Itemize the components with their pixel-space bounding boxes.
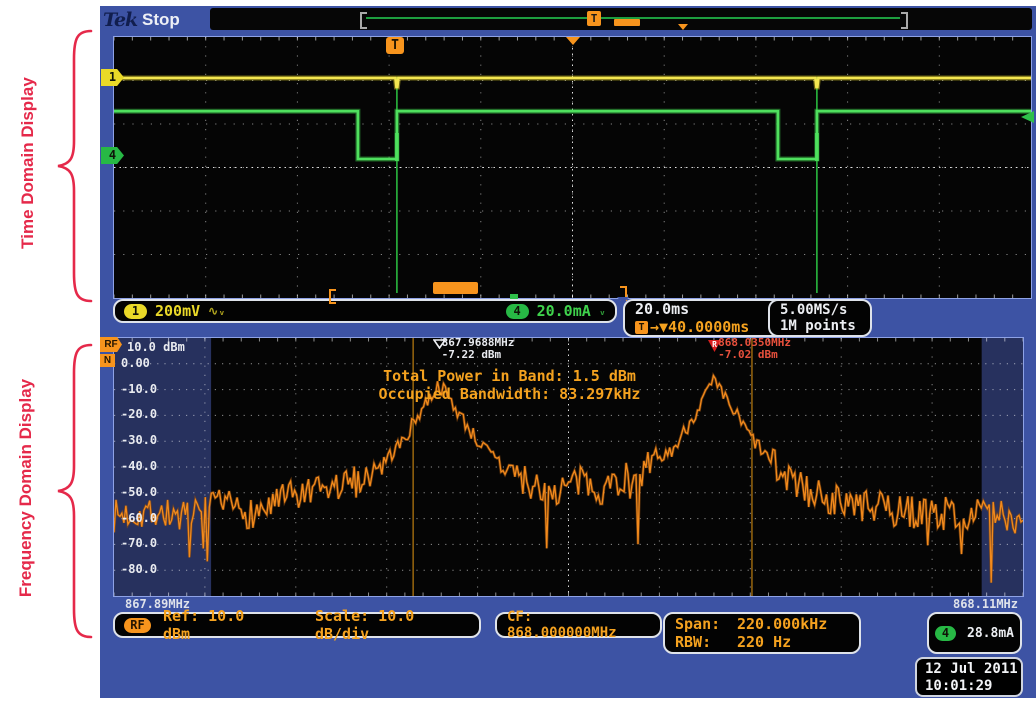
rf-scale-readout: Scale: 10.0 dB/div <box>315 607 470 643</box>
datetime-box[interactable]: 12 Jul 2011 10:01:29 <box>915 657 1023 697</box>
record-length-readout: 1M points <box>780 318 856 334</box>
rf-start-frequency-label: 867.89MHz <box>125 597 190 611</box>
svg-text:R: R <box>712 340 717 349</box>
ch4-scale-readout: 20.0mA <box>537 302 591 320</box>
time-readout: 10:01:29 <box>925 678 1021 695</box>
trigger-level-readout: 28.8mA <box>967 626 1014 641</box>
ch4-badge[interactable]: 4 <box>506 304 529 319</box>
span-label: Span: <box>675 615 737 633</box>
rf-ref-readout: Ref: 10.0 dBm <box>163 607 275 643</box>
trigger-source-badge: 4 <box>935 626 956 641</box>
date-readout: 12 Jul 2011 <box>925 661 1021 678</box>
marker-a-amplitude: -7.22 dBm <box>442 349 515 361</box>
time-domain-annotation: Time Domain Display <box>18 13 38 313</box>
rf-y-axis-tick: -40.0 <box>121 459 157 473</box>
timeline-left-bracket <box>360 12 367 29</box>
rf-y-axis-tick: -50.0 <box>121 485 157 499</box>
trigger-position-t-badge[interactable]: T <box>386 37 404 54</box>
timeline-right-bracket <box>901 12 908 29</box>
rf-y-axis-tick: -80.0 <box>121 562 157 576</box>
trigger-delay-t-icon: T <box>635 321 648 334</box>
time-domain-graticule <box>113 36 1032 299</box>
expansion-point-triangle-icon <box>566 37 580 45</box>
tek-logo: Tek <box>103 9 137 31</box>
rising-edge-slope-icon <box>961 626 962 641</box>
occupied-bandwidth: Occupied Bandwidth: 83.297kHz <box>55 385 964 403</box>
timeline-trigger-icon[interactable]: T <box>587 11 601 26</box>
trigger-delay-readout: →▼40.0000ms <box>650 318 749 336</box>
center-frequency-readout: CF: 868.000000MHz <box>507 609 650 641</box>
center-frequency-pill[interactable]: CF: 868.000000MHz <box>495 612 662 638</box>
rf-measurement-readout: Total Power in Band: 1.5 dBm Occupied Ba… <box>55 367 964 403</box>
span-value: 220.000kHz <box>737 615 827 633</box>
rf-normal-trace-badge[interactable]: N <box>100 354 115 367</box>
ch4-bottom-tick <box>510 294 518 299</box>
rf-reference-marker[interactable]: R 868.0350MHz -7.02 dBm <box>707 339 722 353</box>
rf-scale-readout-pill[interactable]: RF Ref: 10.0 dBm Scale: 10.0 dB/div <box>113 612 481 638</box>
channel-readout-pill[interactable]: 1 200mV ∿ᵥ 4 20.0mA ᵥ <box>113 299 617 323</box>
spectrum-time-left-bracket <box>329 289 336 304</box>
marker-r-amplitude: -7.02 dBm <box>718 349 791 361</box>
bottom-edge-notch-icon <box>617 297 629 304</box>
rf-y-axis-tick: -30.0 <box>121 433 157 447</box>
rf-ref-level-label: 10.0 dBm <box>127 340 185 354</box>
rf-pill-badge: RF <box>124 618 151 633</box>
timeline-expansion-point-icon <box>678 24 688 30</box>
rf-y-axis-tick: -20.0 <box>121 407 157 421</box>
ch1-coupling-icon: ∿ᵥ <box>208 304 225 318</box>
trigger-readout-pill[interactable]: 4 28.8mA <box>927 612 1022 654</box>
acquisition-timeline-bar[interactable]: T <box>210 8 1032 30</box>
rbw-label: RBW: <box>675 633 737 651</box>
time-domain-brace <box>52 28 96 304</box>
acquisition-status[interactable]: Stop <box>142 10 180 30</box>
timeline-spectrum-window-segment <box>614 19 640 26</box>
ch1-badge[interactable]: 1 <box>124 304 147 319</box>
oscilloscope-screen: Tek Stop T T 1 4 1 200mV ∿ᵥ 4 <box>100 6 1036 698</box>
horizontal-scale-readout: 20.0ms <box>635 300 689 318</box>
sample-rate-readout: 5.00MS/s <box>780 302 847 318</box>
frequency-domain-annotation: Frequency Domain Display <box>16 338 36 638</box>
total-power-in-band: Total Power in Band: 1.5 dBm <box>55 367 964 385</box>
screenshot-page: Time Domain Display Frequency Domain Dis… <box>0 0 1036 705</box>
ch4-coupling-icon: ᵥ <box>599 304 606 318</box>
rf-marker-a[interactable]: 867.9688MHz -7.22 dBm <box>433 339 446 349</box>
rf-stop-frequency-label: 868.11MHz <box>953 597 1018 611</box>
spectrum-time-window-bar[interactable] <box>433 282 478 294</box>
ch1-scale-readout: 200mV <box>155 302 200 320</box>
acquisition-readout-pill[interactable]: 5.00MS/s 1M points <box>768 299 872 337</box>
rbw-value: 220 Hz <box>737 633 791 651</box>
span-rbw-pill[interactable]: Span: 220.000kHz RBW: 220 Hz <box>663 612 861 654</box>
rf-y-axis-tick: -70.0 <box>121 536 157 550</box>
rf-y-axis-tick: -60.0 <box>121 511 157 525</box>
